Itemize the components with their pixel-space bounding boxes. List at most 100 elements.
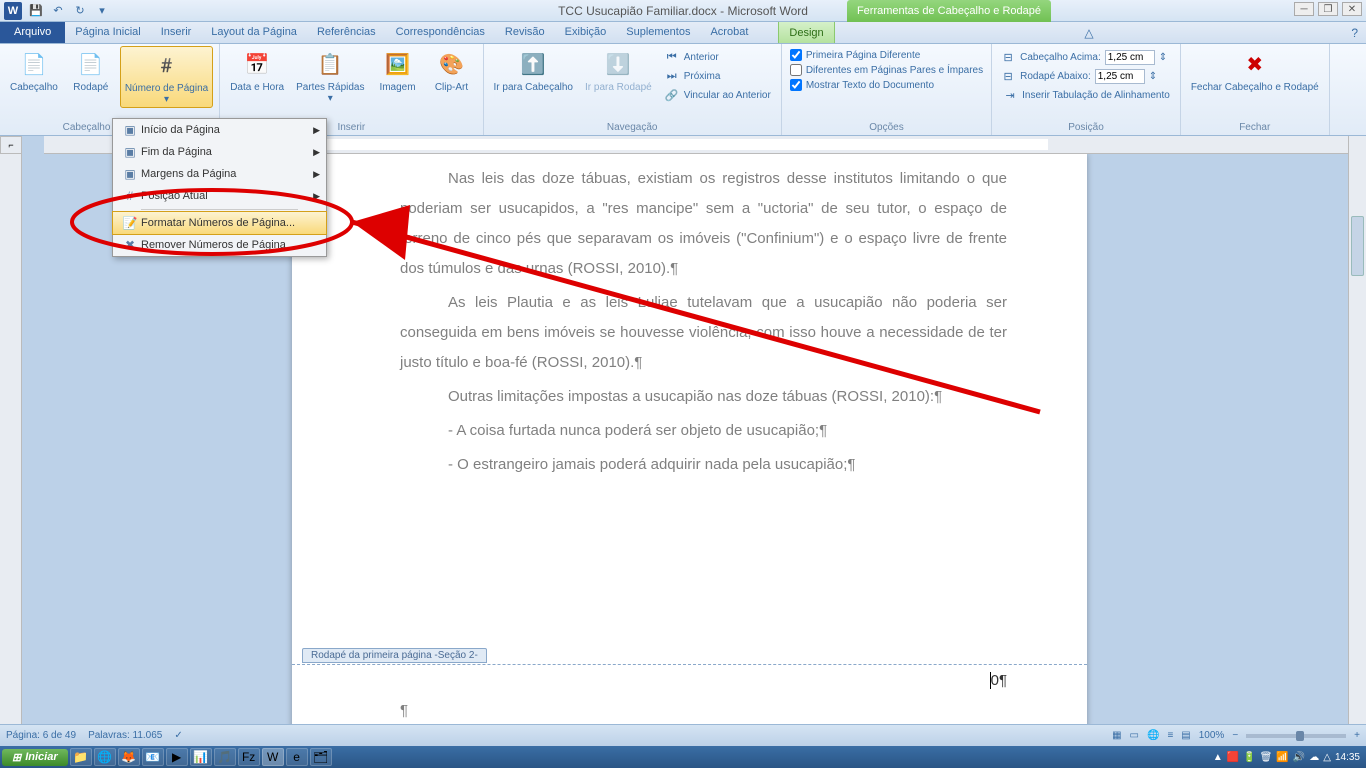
link-previous-button[interactable]: 🔗Vincular ao Anterior bbox=[660, 86, 775, 104]
tab-view[interactable]: Exibição bbox=[555, 21, 617, 43]
view-web-icon[interactable]: 🌐 bbox=[1147, 730, 1159, 741]
zoom-level[interactable]: 100% bbox=[1199, 730, 1225, 741]
footer-button[interactable]: 📄 Rodapé bbox=[66, 46, 116, 95]
page-margins-icon: ▣ bbox=[119, 167, 141, 181]
view-draft-icon[interactable]: ▤ bbox=[1181, 730, 1190, 741]
picture-label: Imagem bbox=[379, 82, 415, 93]
previous-button[interactable]: ⏮Anterior bbox=[660, 48, 775, 66]
minimize-ribbon-icon[interactable]: △ bbox=[1076, 23, 1101, 43]
tab-addins[interactable]: Suplementos bbox=[616, 21, 700, 43]
taskbar-app-icon[interactable]: 🗂 bbox=[310, 748, 332, 766]
tab-review[interactable]: Revisão bbox=[495, 21, 555, 43]
start-button[interactable]: ⊞Iniciar bbox=[2, 749, 68, 766]
tray-icon[interactable]: 📶 bbox=[1276, 752, 1288, 763]
tab-insert[interactable]: Inserir bbox=[151, 21, 202, 43]
clipart-button[interactable]: 🎨 Clip-Art bbox=[427, 46, 477, 95]
group-label-position: Posição bbox=[992, 122, 1180, 133]
tray-icon[interactable]: 🟥 bbox=[1227, 752, 1239, 763]
taskbar-app-icon[interactable]: 📧 bbox=[142, 748, 164, 766]
quick-access-toolbar: 💾 ↶ ↻ ▾ bbox=[26, 2, 112, 20]
goto-footer-button: ⬇️ Ir para Rodapé bbox=[581, 46, 656, 95]
goto-footer-icon: ⬇️ bbox=[602, 48, 634, 80]
dropdown-current-position[interactable]: #Posição Atual▶ bbox=[113, 185, 326, 207]
taskbar-explorer-icon[interactable]: 📁 bbox=[70, 748, 92, 766]
tab-home[interactable]: Página Inicial bbox=[65, 21, 150, 43]
window-close-button[interactable]: ✕ bbox=[1342, 2, 1362, 16]
tab-references[interactable]: Referências bbox=[307, 21, 386, 43]
quick-parts-button[interactable]: 📋 Partes Rápidas▾ bbox=[292, 46, 368, 106]
dropdown-format-page-numbers[interactable]: 📝Formatar Números de Página... bbox=[112, 211, 327, 235]
taskbar-word-icon[interactable]: W bbox=[262, 748, 284, 766]
taskbar-app-icon[interactable]: 📊 bbox=[190, 748, 212, 766]
tray-icon[interactable]: △ bbox=[1323, 752, 1331, 763]
tab-layout[interactable]: Layout da Página bbox=[201, 21, 307, 43]
group-label-options: Opções bbox=[782, 122, 991, 133]
show-doc-text-checkbox[interactable]: Mostrar Texto do Documento bbox=[788, 78, 985, 92]
view-print-layout-icon[interactable]: ▦ bbox=[1112, 730, 1121, 741]
tray-icon[interactable]: ▲ bbox=[1213, 752, 1223, 763]
spinner-icon[interactable]: ⇕ bbox=[1159, 52, 1167, 63]
submenu-arrow-icon: ▶ bbox=[313, 147, 320, 158]
statusbar: Página: 6 de 49 Palavras: 11.065 ✓ ▦ ▭ 🌐… bbox=[0, 724, 1366, 746]
taskbar-app-icon[interactable]: 🎵 bbox=[214, 748, 236, 766]
tray-volume-icon[interactable]: 🔊 bbox=[1293, 752, 1305, 763]
tab-file[interactable]: Arquivo bbox=[0, 21, 65, 43]
page-number-field[interactable]: 0¶ bbox=[990, 672, 1007, 689]
dropdown-remove-page-numbers[interactable]: ✖Remover Números de Página bbox=[113, 234, 326, 256]
quick-parts-label: Partes Rápidas bbox=[296, 82, 364, 93]
status-page[interactable]: Página: 6 de 49 bbox=[6, 730, 76, 741]
footer-bottom-input[interactable] bbox=[1095, 69, 1145, 84]
minimize-button[interactable]: ─ bbox=[1294, 2, 1314, 16]
ruler-corner[interactable]: ⌐ bbox=[0, 136, 22, 154]
redo-icon[interactable]: ↻ bbox=[70, 2, 90, 20]
insert-alignment-tab-button[interactable]: ⇥Inserir Tabulação de Alinhamento bbox=[998, 86, 1174, 104]
qat-dropdown-icon[interactable]: ▾ bbox=[92, 2, 112, 20]
picture-button[interactable]: 🖼️ Imagem bbox=[373, 46, 423, 95]
different-odd-even-checkbox[interactable]: Diferentes em Páginas Pares e Ímpares bbox=[788, 63, 985, 77]
dropdown-page-margins[interactable]: ▣Margens da Página▶ bbox=[113, 163, 326, 185]
help-icon[interactable]: ? bbox=[1343, 23, 1366, 43]
status-spellcheck-icon[interactable]: ✓ bbox=[174, 730, 182, 741]
page-number-button[interactable]: #️ Número de Página▾ bbox=[120, 46, 213, 108]
taskbar-firefox-icon[interactable]: 🦊 bbox=[118, 748, 140, 766]
next-button[interactable]: ⏭Próxima bbox=[660, 67, 775, 85]
spinner-icon[interactable]: ⇕ bbox=[1149, 71, 1157, 82]
date-time-button[interactable]: 📅 Data e Hora bbox=[226, 46, 288, 95]
header-button[interactable]: 📄 Cabeçalho bbox=[6, 46, 62, 95]
tray-icon[interactable]: 🗑 bbox=[1260, 752, 1273, 763]
footer-paragraph[interactable]: ¶ bbox=[400, 702, 1007, 719]
restore-button[interactable]: ❐ bbox=[1318, 2, 1338, 16]
undo-icon[interactable]: ↶ bbox=[48, 2, 68, 20]
taskbar-app-icon[interactable]: ▶ bbox=[166, 748, 188, 766]
tab-design[interactable]: Design bbox=[778, 21, 834, 43]
vertical-ruler[interactable] bbox=[0, 154, 22, 724]
taskbar-filezilla-icon[interactable]: Fz bbox=[238, 748, 260, 766]
close-header-footer-button[interactable]: ✖ Fechar Cabeçalho e Rodapé bbox=[1187, 46, 1323, 95]
header-top-icon: ⊟ bbox=[1000, 49, 1016, 65]
group-close: ✖ Fechar Cabeçalho e Rodapé Fechar bbox=[1181, 44, 1330, 135]
save-icon[interactable]: 💾 bbox=[26, 2, 46, 20]
link-icon: 🔗 bbox=[664, 87, 680, 103]
paragraph: - O estrangeiro jamais poderá adquirir n… bbox=[400, 450, 1007, 480]
taskbar-ie-icon[interactable]: e bbox=[286, 748, 308, 766]
zoom-slider[interactable] bbox=[1246, 734, 1346, 738]
tab-acrobat[interactable]: Acrobat bbox=[700, 21, 758, 43]
different-first-page-checkbox[interactable]: Primeira Página Diferente bbox=[788, 48, 985, 62]
dropdown-top-of-page[interactable]: ▣Início da Página▶ bbox=[113, 119, 326, 141]
zoom-in-icon[interactable]: + bbox=[1354, 730, 1360, 741]
dropdown-bottom-of-page[interactable]: ▣Fim da Página▶ bbox=[113, 141, 326, 163]
footer-label: Rodapé bbox=[73, 82, 108, 93]
scroll-thumb[interactable] bbox=[1351, 216, 1364, 276]
taskbar-chrome-icon[interactable]: 🌐 bbox=[94, 748, 116, 766]
tab-mailings[interactable]: Correspondências bbox=[386, 21, 495, 43]
tray-icon[interactable]: 🔋 bbox=[1243, 752, 1255, 763]
zoom-out-icon[interactable]: − bbox=[1232, 730, 1238, 741]
tray-clock[interactable]: 14:35 bbox=[1335, 752, 1360, 763]
vertical-scrollbar[interactable] bbox=[1348, 136, 1366, 724]
view-outline-icon[interactable]: ≡ bbox=[1167, 730, 1173, 741]
goto-header-button[interactable]: ⬆️ Ir para Cabeçalho bbox=[490, 46, 578, 95]
status-words[interactable]: Palavras: 11.065 bbox=[88, 730, 162, 741]
tray-icon[interactable]: ☁ bbox=[1309, 752, 1319, 763]
view-fullscreen-icon[interactable]: ▭ bbox=[1130, 730, 1139, 741]
header-top-input[interactable] bbox=[1105, 50, 1155, 65]
